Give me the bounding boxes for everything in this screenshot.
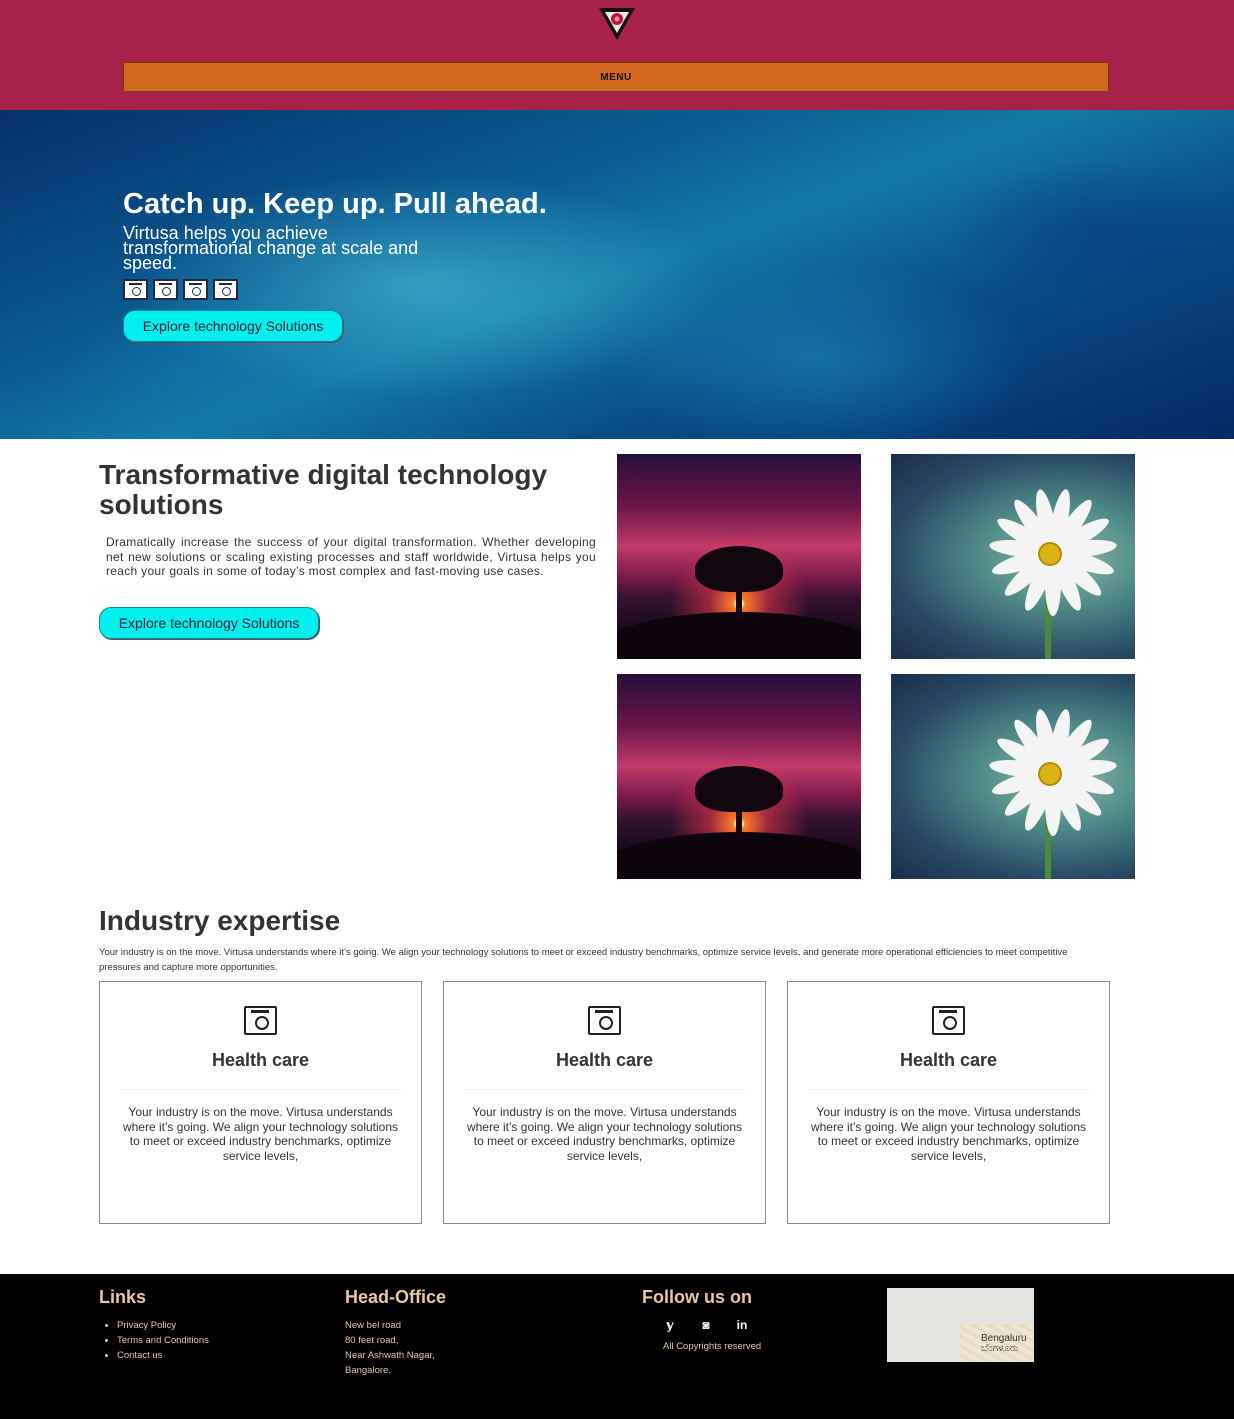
solutions-text: Dramatically increase the success of you… bbox=[106, 535, 596, 579]
card-title: Health care bbox=[555, 1050, 654, 1070]
linkedin-icon[interactable]: in bbox=[735, 1318, 749, 1332]
camera-icon bbox=[244, 1006, 277, 1035]
industry-card[interactable]: Health care Your industry is on the move… bbox=[787, 981, 1110, 1224]
office-address: New bel road 80 feet road, Near Ashwath … bbox=[345, 1318, 435, 1378]
footer-links: Privacy Policy Terms and Conditions Cont… bbox=[99, 1318, 209, 1363]
card-divider bbox=[808, 1089, 1089, 1090]
terms-link[interactable]: Terms and Conditions bbox=[117, 1333, 209, 1348]
card-text: Your industry is on the move. Virtusa un… bbox=[810, 1105, 1087, 1163]
office-heading: Head-Office bbox=[345, 1287, 447, 1307]
camera-icon[interactable] bbox=[123, 279, 148, 300]
industry-card[interactable]: Health care Your industry is on the move… bbox=[99, 981, 422, 1224]
contact-link[interactable]: Contact us bbox=[117, 1348, 209, 1363]
site-footer: Links Privacy Policy Terms and Condition… bbox=[0, 1274, 1234, 1419]
follow-heading: Follow us on bbox=[642, 1287, 752, 1307]
industry-text: Your industry is on the move. Virtusa un… bbox=[99, 947, 1068, 973]
camera-icon[interactable] bbox=[153, 279, 178, 300]
camera-icon bbox=[588, 1006, 621, 1035]
links-heading: Links bbox=[99, 1287, 147, 1307]
tree-sunset-image bbox=[617, 674, 861, 879]
card-divider bbox=[464, 1089, 745, 1090]
address-line: Bangalore. bbox=[345, 1365, 391, 1376]
card-text: Your industry is on the move. Virtusa un… bbox=[122, 1105, 399, 1163]
daisy-image bbox=[891, 674, 1135, 879]
address-line: 80 feet road, bbox=[345, 1335, 399, 1346]
card-text: Your industry is on the move. Virtusa un… bbox=[466, 1105, 743, 1163]
hero-title: Catch up. Keep up. Pull ahead. bbox=[123, 188, 547, 220]
address-line: Near Ashwath Nagar, bbox=[345, 1350, 435, 1361]
solutions-title: Transformative digital technology soluti… bbox=[99, 459, 548, 520]
menu-button[interactable]: MENU bbox=[123, 62, 1109, 92]
card-title: Health care bbox=[211, 1050, 310, 1070]
brand-logo[interactable] bbox=[597, 5, 637, 43]
site-header: MENU bbox=[0, 0, 1234, 110]
social-links: 𝕪 ◙ in bbox=[663, 1318, 749, 1332]
hero-subtitle: Virtusa helps you achieve transformation… bbox=[123, 223, 419, 273]
card-divider bbox=[120, 1089, 401, 1090]
address-line: New bel road bbox=[345, 1320, 401, 1331]
privacy-policy-link[interactable]: Privacy Policy bbox=[117, 1318, 209, 1333]
twitter-icon[interactable]: 𝕪 bbox=[663, 1318, 677, 1332]
explore-solutions-button[interactable]: Explore technology Solutions bbox=[123, 310, 343, 342]
map-label-local: ಬೆಂಗಳೂರು bbox=[981, 1343, 1019, 1354]
tree-sunset-image bbox=[617, 454, 861, 659]
camera-icon[interactable] bbox=[213, 279, 238, 300]
daisy-image bbox=[891, 454, 1135, 659]
map-label: Bengaluru ಬೆಂಗಳೂರು bbox=[981, 1334, 1027, 1354]
camera-icon[interactable] bbox=[183, 279, 208, 300]
camera-icon bbox=[932, 1006, 965, 1035]
card-title: Health care bbox=[899, 1050, 998, 1070]
industry-card[interactable]: Health care Your industry is on the move… bbox=[443, 981, 766, 1224]
hero-icon-row bbox=[123, 279, 238, 300]
copyright-text: All Copyrights reserved bbox=[663, 1341, 762, 1352]
industry-title: Industry expertise bbox=[99, 905, 341, 936]
explore-solutions-button[interactable]: Explore technology Solutions bbox=[99, 607, 319, 639]
location-map[interactable]: Bengaluru ಬೆಂಗಳೂರು bbox=[887, 1288, 1034, 1362]
menu-label: MENU bbox=[600, 71, 632, 83]
hero-banner bbox=[0, 110, 1234, 439]
instagram-icon[interactable]: ◙ bbox=[699, 1318, 713, 1332]
